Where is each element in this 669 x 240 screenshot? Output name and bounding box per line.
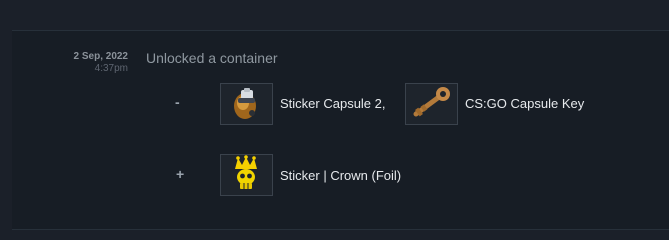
- history-time: 4:37pm: [94, 63, 128, 74]
- crown-sticker-thumbnail[interactable]: [220, 154, 273, 196]
- capsule-key-thumbnail[interactable]: [405, 83, 458, 125]
- item-name-crown-sticker[interactable]: Sticker | Crown (Foil): [280, 168, 401, 183]
- item-name-capsule-key[interactable]: CS:GO Capsule Key: [465, 96, 584, 111]
- sticker-capsule-thumbnail[interactable]: [220, 83, 273, 125]
- history-event-description: Unlocked a container: [146, 50, 278, 66]
- item-name-sticker-capsule[interactable]: Sticker Capsule 2,: [280, 96, 386, 111]
- items-removed-sign: -: [175, 94, 180, 110]
- sticker-capsule-icon: [234, 88, 256, 119]
- items-added-sign: +: [176, 166, 185, 182]
- capsule-key-icon: [413, 87, 450, 117]
- history-date: 2 Sep, 2022: [73, 51, 128, 62]
- crown-skull-sticker-icon: [235, 155, 257, 189]
- top-bar: [0, 0, 669, 30]
